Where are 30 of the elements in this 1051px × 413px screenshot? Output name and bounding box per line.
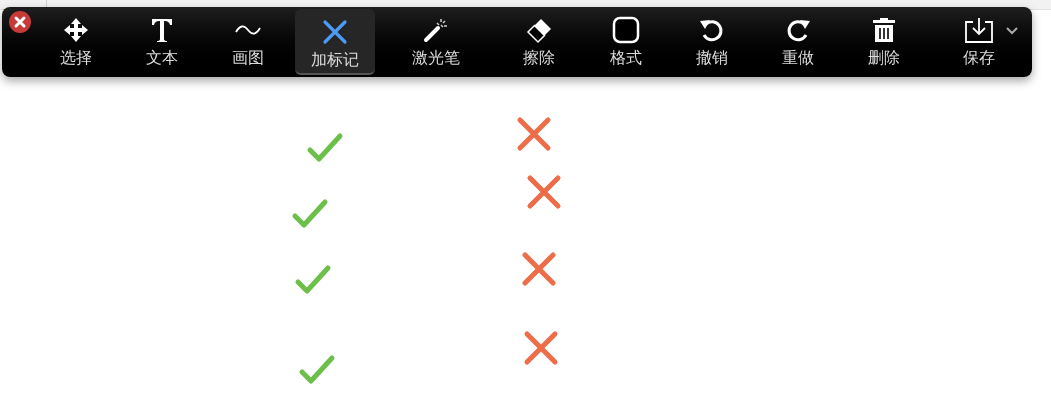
tool-button[interactable]: 加标记 <box>295 9 375 75</box>
wave-icon <box>234 23 262 37</box>
check-mark <box>291 198 329 230</box>
tool-button[interactable]: 激光笔 <box>379 7 493 77</box>
cross-mark <box>523 330 559 366</box>
eraser-icon <box>525 16 553 44</box>
cross-mark <box>516 116 552 152</box>
text-icon <box>150 17 174 43</box>
magic-wand-icon <box>423 17 449 43</box>
close-icon[interactable] <box>8 10 32 34</box>
check-mark <box>306 132 344 164</box>
move-arrows-icon <box>62 16 90 44</box>
tool-button[interactable]: 文本 <box>119 7 205 77</box>
cross-icon <box>322 19 348 45</box>
download-tray-icon <box>964 16 994 44</box>
tool-button[interactable]: 画图 <box>205 7 291 77</box>
check-mark <box>298 354 336 386</box>
tool-button[interactable]: 删除 <box>839 7 929 77</box>
tool-button[interactable]: 撤销 <box>667 7 757 77</box>
tool-button[interactable]: 选择 <box>33 7 119 77</box>
cross-mark <box>526 174 562 210</box>
rounded-square-icon <box>612 16 640 44</box>
cross-mark <box>521 251 557 287</box>
chevron-down-icon[interactable] <box>1005 26 1019 35</box>
tool-button[interactable]: 保存 <box>949 7 1009 77</box>
tool-button[interactable]: 重做 <box>757 7 839 77</box>
tool-button[interactable]: 格式 <box>585 7 667 77</box>
check-mark <box>294 264 332 296</box>
tool-button[interactable]: 擦除 <box>493 7 585 77</box>
trash-icon <box>872 16 896 44</box>
